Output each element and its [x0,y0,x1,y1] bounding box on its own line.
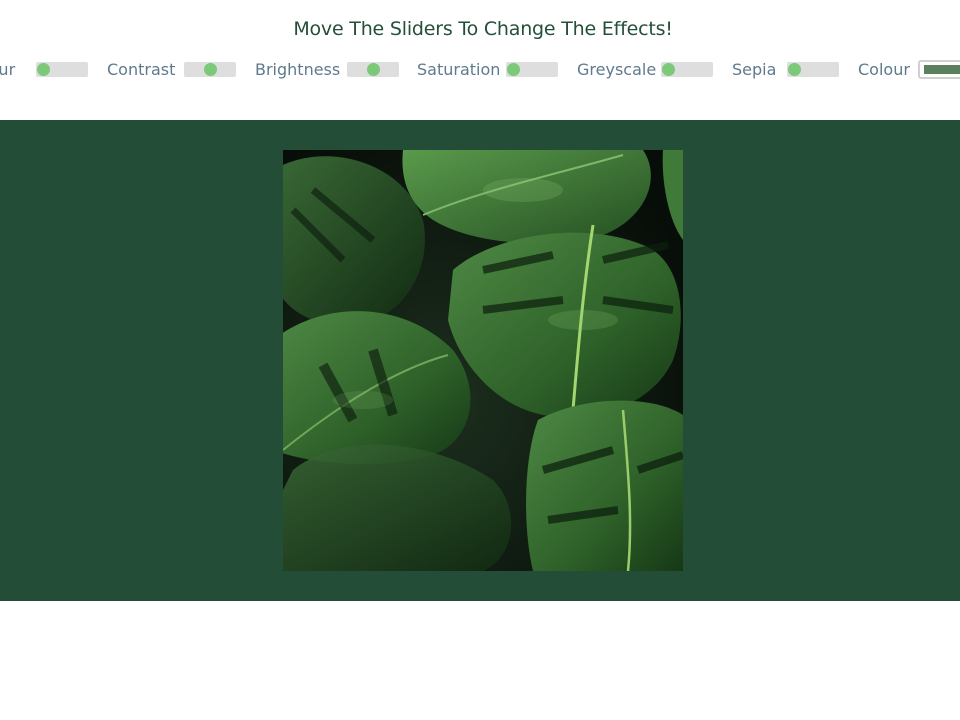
colour-swatch [924,65,960,74]
monstera-photo [283,150,683,571]
brightness-label: Brightness [255,60,341,79]
contrast-label: Contrast [107,60,176,79]
saturation-slider-knob[interactable] [507,63,520,76]
sepia-label: Sepia [732,60,777,79]
monstera-leaves-image [283,150,683,571]
greyscale-label: Greyscale [577,60,657,79]
blur-slider[interactable] [36,62,88,77]
greyscale-slider-knob[interactable] [662,63,675,76]
saturation-slider[interactable] [506,62,558,77]
sepia-slider[interactable] [787,62,839,77]
contrast-slider-knob[interactable] [204,63,217,76]
blur-label: Blur [0,60,16,79]
effects-toolbar: Blur Contrast Brightness Saturation Grey… [0,0,960,120]
colour-label: Colour [858,60,910,79]
saturation-label: Saturation [417,60,501,79]
colour-picker[interactable] [918,60,960,79]
brightness-slider-knob[interactable] [367,63,380,76]
contrast-slider[interactable] [184,62,236,77]
greyscale-slider[interactable] [661,62,713,77]
brightness-slider[interactable] [347,62,399,77]
preview-area [0,120,960,601]
blur-slider-knob[interactable] [37,63,50,76]
sepia-slider-knob[interactable] [788,63,801,76]
